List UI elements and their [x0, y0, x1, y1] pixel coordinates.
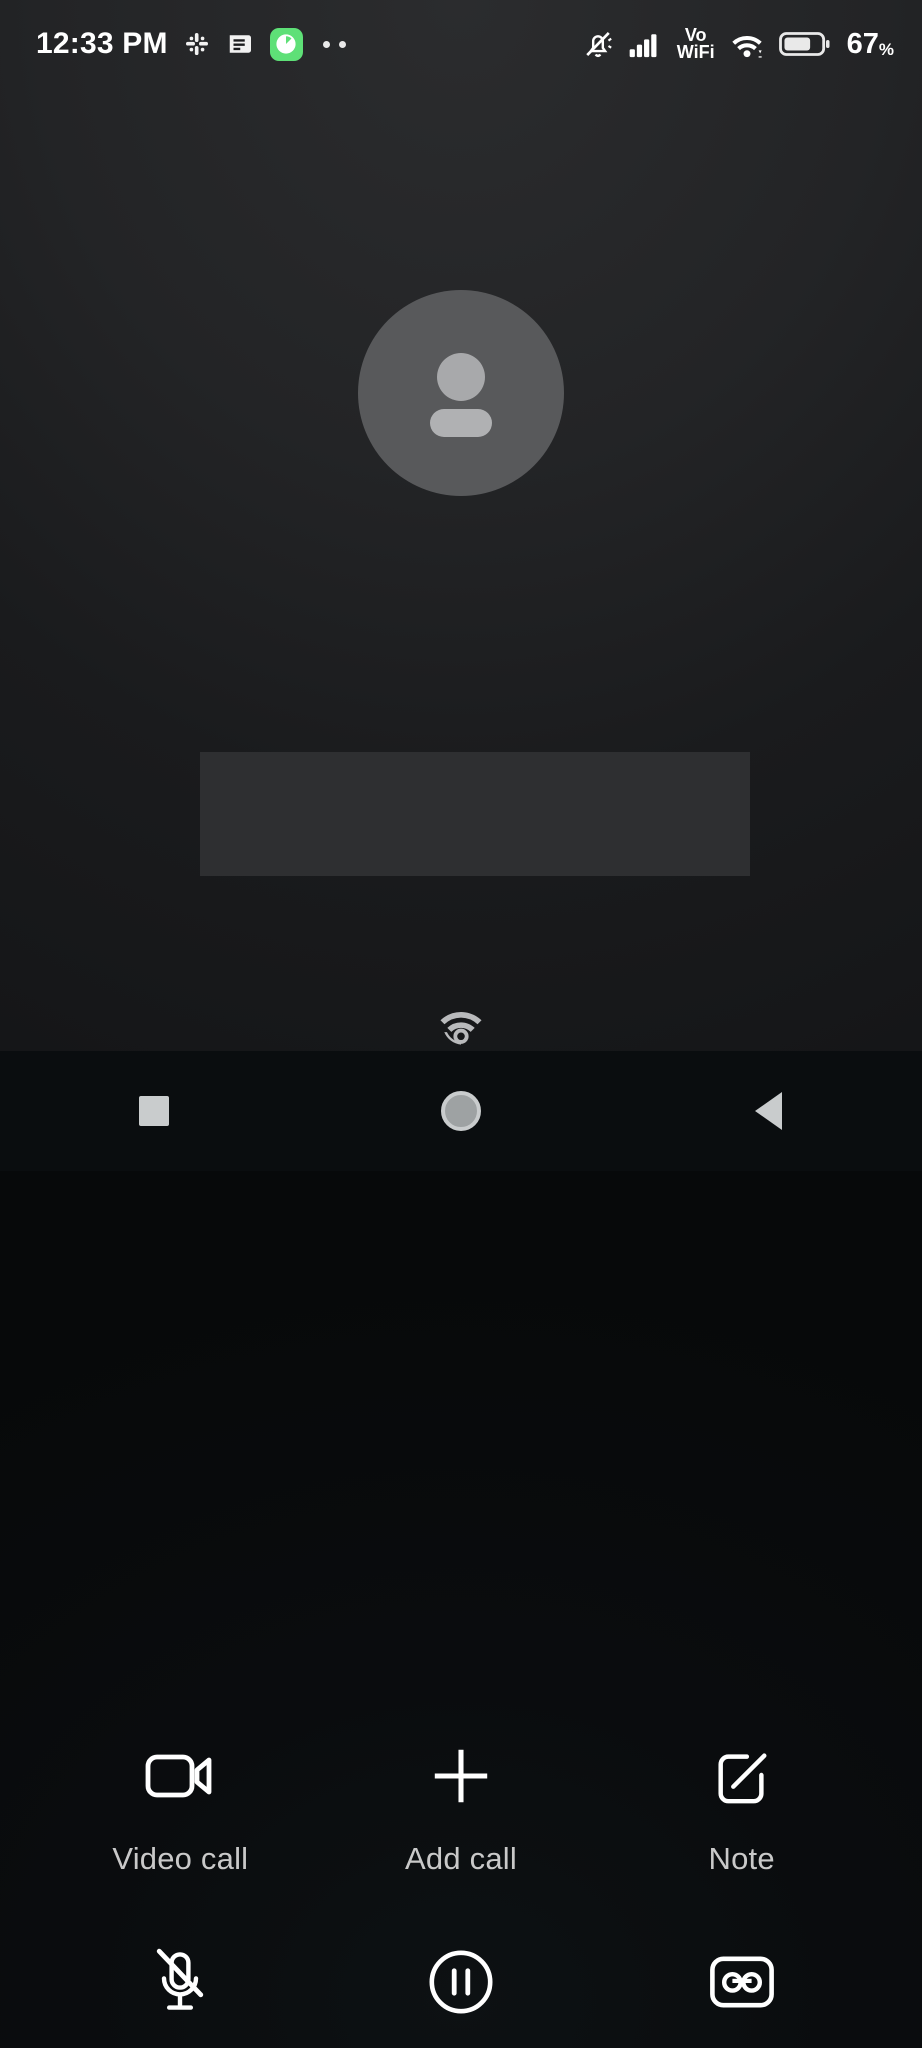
home-circle-icon — [440, 1091, 481, 1131]
green-app-icon — [269, 27, 303, 61]
pause-circle-icon — [427, 1939, 495, 2025]
call-actions-grid: Video call Add call Note — [0, 1733, 922, 2048]
battery-percent-value: 67 — [846, 27, 879, 60]
android-nav-bar — [0, 1051, 922, 1171]
cassette-tape-icon — [708, 1939, 776, 2025]
video-camera-icon — [144, 1733, 216, 1819]
overflow-dots-icon — [322, 40, 346, 48]
avatar — [358, 290, 564, 496]
status-bar-left: 12:33 PM — [36, 27, 346, 61]
nav-home-button[interactable] — [307, 1091, 614, 1131]
slack-icon — [182, 29, 212, 59]
battery-percent-label: 67% — [847, 28, 894, 61]
volte-wifi-icon: Vo WiFi — [676, 26, 715, 62]
action-add-call[interactable]: Add call — [321, 1733, 602, 1877]
volte-label-line2: WiFi — [676, 42, 715, 62]
back-triangle-icon — [754, 1092, 782, 1130]
action-label: Add call — [405, 1841, 517, 1876]
action-label: Note — [708, 1841, 775, 1876]
nav-recents-button[interactable] — [0, 1096, 307, 1126]
in-call-screen: 12:33 PM Vo WiFi 67% Video call Add call… — [0, 0, 922, 2048]
status-bar-right: Vo WiFi 67% — [581, 26, 894, 62]
action-hold[interactable]: Hold — [321, 1939, 602, 2048]
wifi-calling-icon — [431, 1004, 491, 1048]
notes-icon — [226, 29, 256, 59]
nav-back-button[interactable] — [615, 1092, 922, 1130]
action-video-call[interactable]: Video call — [40, 1733, 321, 1877]
contact-name-redacted — [200, 752, 750, 876]
mute-bell-icon — [581, 27, 615, 61]
wifi-icon — [729, 29, 765, 59]
plus-icon — [428, 1733, 494, 1819]
microphone-off-icon — [150, 1939, 210, 2025]
person-avatar-icon — [430, 353, 492, 437]
cellular-signal-icon — [629, 29, 663, 59]
action-record[interactable]: Record — [601, 1939, 882, 2048]
recents-square-icon — [138, 1096, 169, 1126]
action-mute[interactable]: Mute — [40, 1939, 321, 2048]
percent-symbol: % — [878, 39, 894, 59]
status-clock: 12:33 PM — [36, 27, 168, 60]
status-bar: 12:33 PM Vo WiFi 67% — [0, 0, 922, 88]
battery-icon — [778, 30, 831, 58]
action-label: Video call — [112, 1841, 249, 1876]
action-note[interactable]: Note — [601, 1733, 882, 1877]
note-pencil-icon — [711, 1733, 773, 1819]
